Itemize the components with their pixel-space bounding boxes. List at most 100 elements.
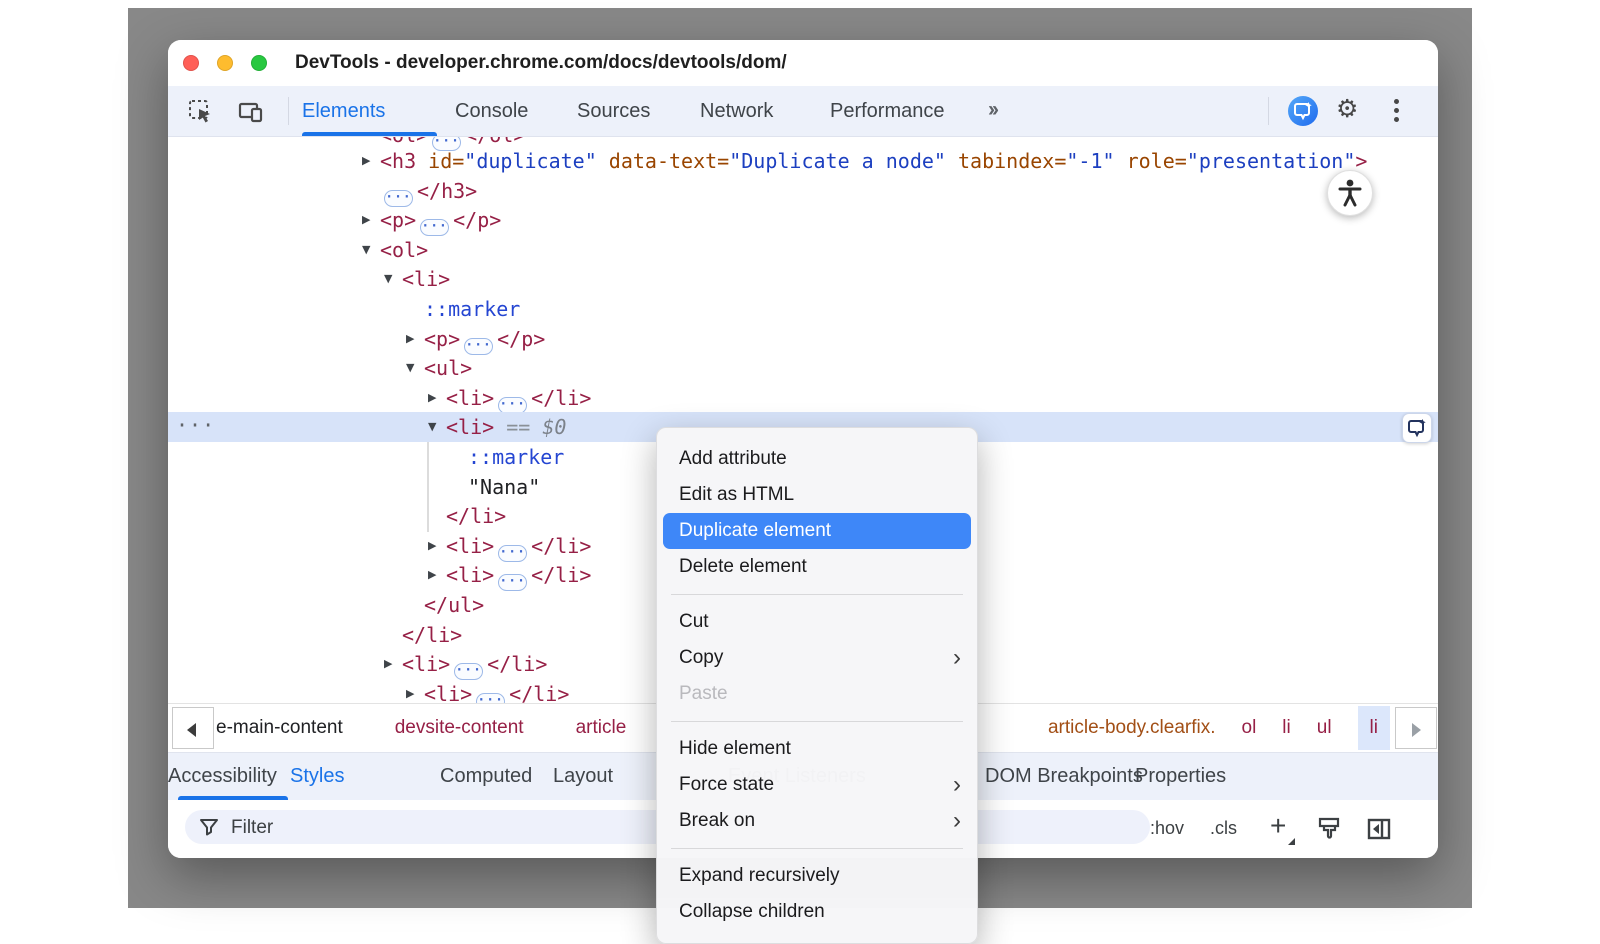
dom-node-text: "Nana" <box>468 472 540 502</box>
sidebar-tab-dom-breakpoints[interactable]: DOM Breakpoints <box>985 753 1143 800</box>
collapse-arrow-icon[interactable]: ▼ <box>406 353 414 383</box>
new-style-rule-button[interactable]: + <box>1270 800 1286 858</box>
dom-node-text: ::marker <box>424 294 520 324</box>
devtools-toolbar: Elements Console Sources Network Performance… <box>168 86 1438 137</box>
breadcrumb-item[interactable]: article-body.clearfix. <box>1048 717 1216 739</box>
breadcrumb-item-selected[interactable]: li <box>1358 706 1390 750</box>
sidebar-tab-properties[interactable]: Properties <box>1135 753 1226 800</box>
context-menu-item-hide-element[interactable]: Hide element <box>657 731 977 767</box>
dom-token-tag: </li> <box>509 682 569 703</box>
tab-network[interactable]: Network <box>700 86 773 136</box>
dom-tree-row[interactable]: ▼ <ul> <box>168 353 1438 383</box>
breadcrumb-item[interactable]: e-main-content <box>216 717 343 739</box>
dom-tree-row[interactable]: ::marker <box>168 294 1438 324</box>
collapse-arrow-icon[interactable]: ▼ <box>384 264 392 294</box>
more-tabs-button[interactable]: ›› <box>988 86 996 136</box>
collapsed-children-pill[interactable]: ··· <box>454 663 483 680</box>
tab-elements[interactable]: Elements <box>302 86 385 136</box>
dom-node-text: <li>···</li> <box>446 560 591 591</box>
dom-node-text: </li> <box>402 620 462 650</box>
collapsed-children-pill[interactable]: ··· <box>476 693 505 703</box>
dom-node-text: ::marker <box>468 442 564 472</box>
kebab-menu-icon[interactable] <box>1394 99 1400 126</box>
expand-arrow-icon[interactable]: ▶ <box>384 649 392 679</box>
expand-arrow-icon[interactable]: ▶ <box>362 205 370 235</box>
expand-arrow-icon[interactable]: ▶ <box>406 324 414 354</box>
breadcrumb-item[interactable]: ol <box>1242 717 1257 739</box>
breadcrumb-scroll-left-button[interactable] <box>172 707 214 749</box>
selected-tab-underline <box>302 132 437 136</box>
breadcrumb-left-group: e-main-content devsite-content article <box>216 704 626 752</box>
tab-sources[interactable]: Sources <box>577 86 650 136</box>
dom-token-text: "Nana" <box>468 475 540 499</box>
breadcrumb-item[interactable]: ul <box>1317 717 1332 739</box>
dom-token-value: "duplicate" <box>464 149 596 173</box>
expand-arrow-icon[interactable]: ▶ <box>362 146 370 176</box>
expand-arrow-icon[interactable]: ▶ <box>406 679 414 703</box>
breadcrumb-item[interactable]: li <box>1282 717 1290 739</box>
settings-gear-icon[interactable]: ⚙ <box>1336 94 1358 123</box>
dom-tree-row[interactable]: ▼ <li> <box>168 264 1438 294</box>
dom-token-tag: <li> <box>446 415 494 439</box>
dom-tree-row[interactable]: ···</h3> <box>168 176 1438 206</box>
context-menu-item-cut[interactable]: Cut <box>657 604 977 640</box>
device-toolbar-icon[interactable] <box>238 99 264 125</box>
dom-token-tag: </li> <box>402 623 462 647</box>
class-toggle[interactable]: .cls <box>1210 800 1237 858</box>
toolbar-divider-right <box>1268 97 1269 125</box>
dom-token-tag: <ol> <box>380 238 428 262</box>
collapsed-children-pill[interactable]: ··· <box>498 574 527 591</box>
sidebar-tab-styles[interactable]: Styles <box>290 753 344 800</box>
breadcrumb-item[interactable]: devsite-content <box>395 717 524 739</box>
dom-node-text: <li> <box>402 264 450 294</box>
dom-node-text: <p>···</p> <box>424 324 545 355</box>
expand-arrow-icon[interactable]: ▶ <box>428 560 436 590</box>
dom-tree-row[interactable]: ▶<li>···</li> <box>168 383 1438 413</box>
dom-tree-row[interactable]: ▶ <p>···</p> <box>168 205 1438 235</box>
zoom-button[interactable] <box>251 55 267 71</box>
close-button[interactable] <box>183 55 199 71</box>
breadcrumb-item[interactable]: article <box>576 717 627 739</box>
row-options-dots[interactable]: ··· <box>176 410 215 440</box>
dom-token-tag: </p> <box>453 208 501 232</box>
context-menu-item-force-state[interactable]: Force state› <box>657 767 977 803</box>
context-menu-item-collapse-children[interactable]: Collapse children <box>657 894 977 930</box>
rendering-brush-icon[interactable] <box>1316 816 1342 842</box>
collapsed-children-pill[interactable]: ··· <box>420 219 449 236</box>
context-menu-item-delete-element[interactable]: Delete element <box>657 549 977 585</box>
dom-token-attr: id= <box>416 149 464 173</box>
filter-input[interactable] <box>229 813 533 843</box>
sidebar-tab-computed[interactable]: Computed <box>440 753 532 800</box>
dom-tree-row[interactable]: ▶ <p>···</p> <box>168 324 1438 354</box>
sidebar-tab-accessibility[interactable]: Accessibility <box>168 753 277 800</box>
dom-token-value: "Duplicate a node" <box>729 149 946 173</box>
minimize-button[interactable] <box>217 55 233 71</box>
dom-node-text: <li>···</li> <box>446 531 591 562</box>
context-menu-item-duplicate-element[interactable]: Duplicate element <box>663 513 971 549</box>
ai-assistant-icon[interactable] <box>1288 96 1318 126</box>
tab-console[interactable]: Console <box>455 86 528 136</box>
breadcrumb-scroll-right-button[interactable] <box>1395 707 1437 749</box>
tab-performance[interactable]: Performance <box>830 86 945 136</box>
sidebar-tab-layout[interactable]: Layout <box>553 753 613 800</box>
accessibility-person-icon[interactable] <box>1327 170 1373 216</box>
dom-tree-row[interactable]: ▼ <ol> <box>168 235 1438 265</box>
context-menu-item-expand-recursively[interactable]: Expand recursively <box>657 858 977 894</box>
dom-token-attr: role= <box>1115 149 1187 173</box>
expand-arrow-icon[interactable]: ▶ <box>428 531 436 561</box>
context-menu-item-copy[interactable]: Copy› <box>657 640 977 676</box>
context-menu-item-edit-as-html[interactable]: Edit as HTML <box>657 477 977 513</box>
collapse-arrow-icon[interactable]: ▼ <box>428 412 436 442</box>
dom-node-text: <ul> <box>424 353 472 383</box>
pseudo-state-toggle[interactable]: :hov <box>1150 800 1184 858</box>
dom-token-tag: <p> <box>380 208 416 232</box>
dom-node-text: <p>···</p> <box>380 205 501 236</box>
context-menu-item-break-on[interactable]: Break on› <box>657 803 977 839</box>
dom-tree-row[interactable]: ▶<h3 id="duplicate" data-text="Duplicate… <box>168 146 1438 176</box>
inspect-icon[interactable] <box>188 99 214 125</box>
context-menu-item-add-attribute[interactable]: Add attribute <box>657 441 977 477</box>
collapse-arrow-icon[interactable]: ▼ <box>362 235 370 265</box>
toggle-sidebar-icon[interactable] <box>1366 816 1392 842</box>
ai-assistant-badge-icon[interactable] <box>1402 413 1432 443</box>
expand-arrow-icon[interactable]: ▶ <box>428 383 436 413</box>
